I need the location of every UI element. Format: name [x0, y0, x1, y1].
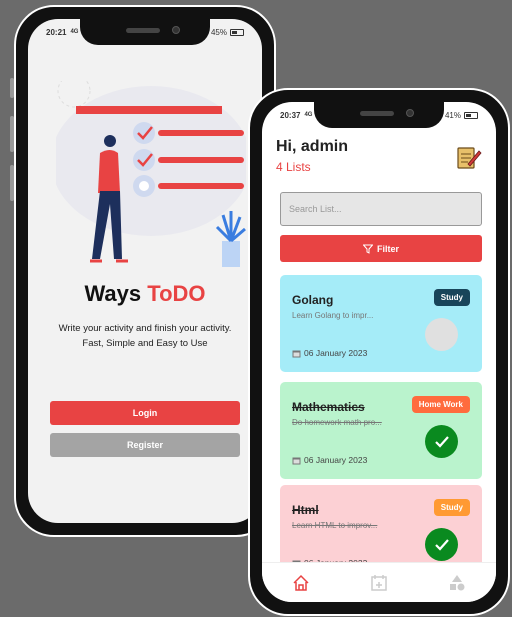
battery-icon [230, 28, 244, 36]
list-card-golang[interactable]: Golang Learn Golang to impr... Study 06 … [280, 275, 482, 372]
home-icon[interactable] [291, 573, 311, 593]
card-date: 06 January 2023 [292, 455, 367, 465]
login-button[interactable]: Login [50, 401, 240, 425]
phone-notch [314, 102, 444, 128]
app-title: Ways ToDO [84, 281, 206, 306]
battery-text: 41% [444, 110, 461, 120]
battery-text: 45% [210, 27, 227, 37]
network-icon: 4G [304, 112, 313, 118]
calendar-add-icon[interactable] [369, 573, 389, 593]
status-toggle[interactable] [425, 318, 458, 351]
greeting: Hi, admin [276, 138, 349, 155]
tagline: Write your activity and finish your acti… [58, 323, 232, 349]
calendar-icon [292, 457, 301, 464]
search-input[interactable]: Search List... [280, 192, 482, 226]
volume-button [10, 78, 14, 98]
status-toggle[interactable] [425, 425, 458, 458]
list-screen: 20:37 4G 41% Hi, admin 4 Lists Search Li… [262, 102, 496, 602]
list-card-mathematics[interactable]: Mathematics Do homework math pro... Home… [280, 382, 482, 479]
filter-label: Filter [376, 243, 399, 254]
card-tag: Study [433, 499, 470, 516]
card-title: Mathematics [292, 400, 365, 414]
bottom-nav [262, 562, 496, 602]
card-description: Learn HTML to improv... [292, 521, 378, 530]
check-icon [434, 538, 449, 551]
card-tag: Home Work [411, 396, 470, 413]
network-icon: 4G [70, 29, 79, 35]
battery-icon [464, 111, 478, 119]
volume-button [10, 165, 14, 201]
status-time: 20:37 [280, 110, 301, 120]
card-date: 06 January 2023 [292, 348, 367, 358]
list-count: 4 Lists [276, 160, 311, 174]
card-description: Do homework math pro... [292, 418, 382, 427]
login-screen: 20:21 4G 45% Ways ToDO Write your activi… [28, 19, 262, 523]
memo-icon [457, 147, 482, 169]
card-title: Html [292, 503, 319, 517]
card-title: Golang [292, 293, 334, 307]
register-button[interactable]: Register [50, 433, 240, 457]
login-phone: 20:21 4G 45% Ways ToDO Write your activi… [14, 5, 276, 537]
todo-illustration [56, 81, 246, 267]
card-description: Learn Golang to impr... [292, 311, 374, 320]
volume-button [10, 116, 14, 152]
filter-icon [362, 244, 373, 254]
status-time: 20:21 [46, 27, 67, 37]
check-icon [434, 435, 449, 448]
list-phone: 20:37 4G 41% Hi, admin 4 Lists Search Li… [248, 88, 510, 616]
card-tag: Study [433, 289, 470, 306]
shapes-icon[interactable] [447, 573, 467, 593]
filter-button[interactable]: Filter [280, 235, 482, 262]
status-toggle[interactable] [425, 528, 458, 561]
phone-notch [80, 19, 210, 45]
calendar-icon [292, 350, 301, 357]
